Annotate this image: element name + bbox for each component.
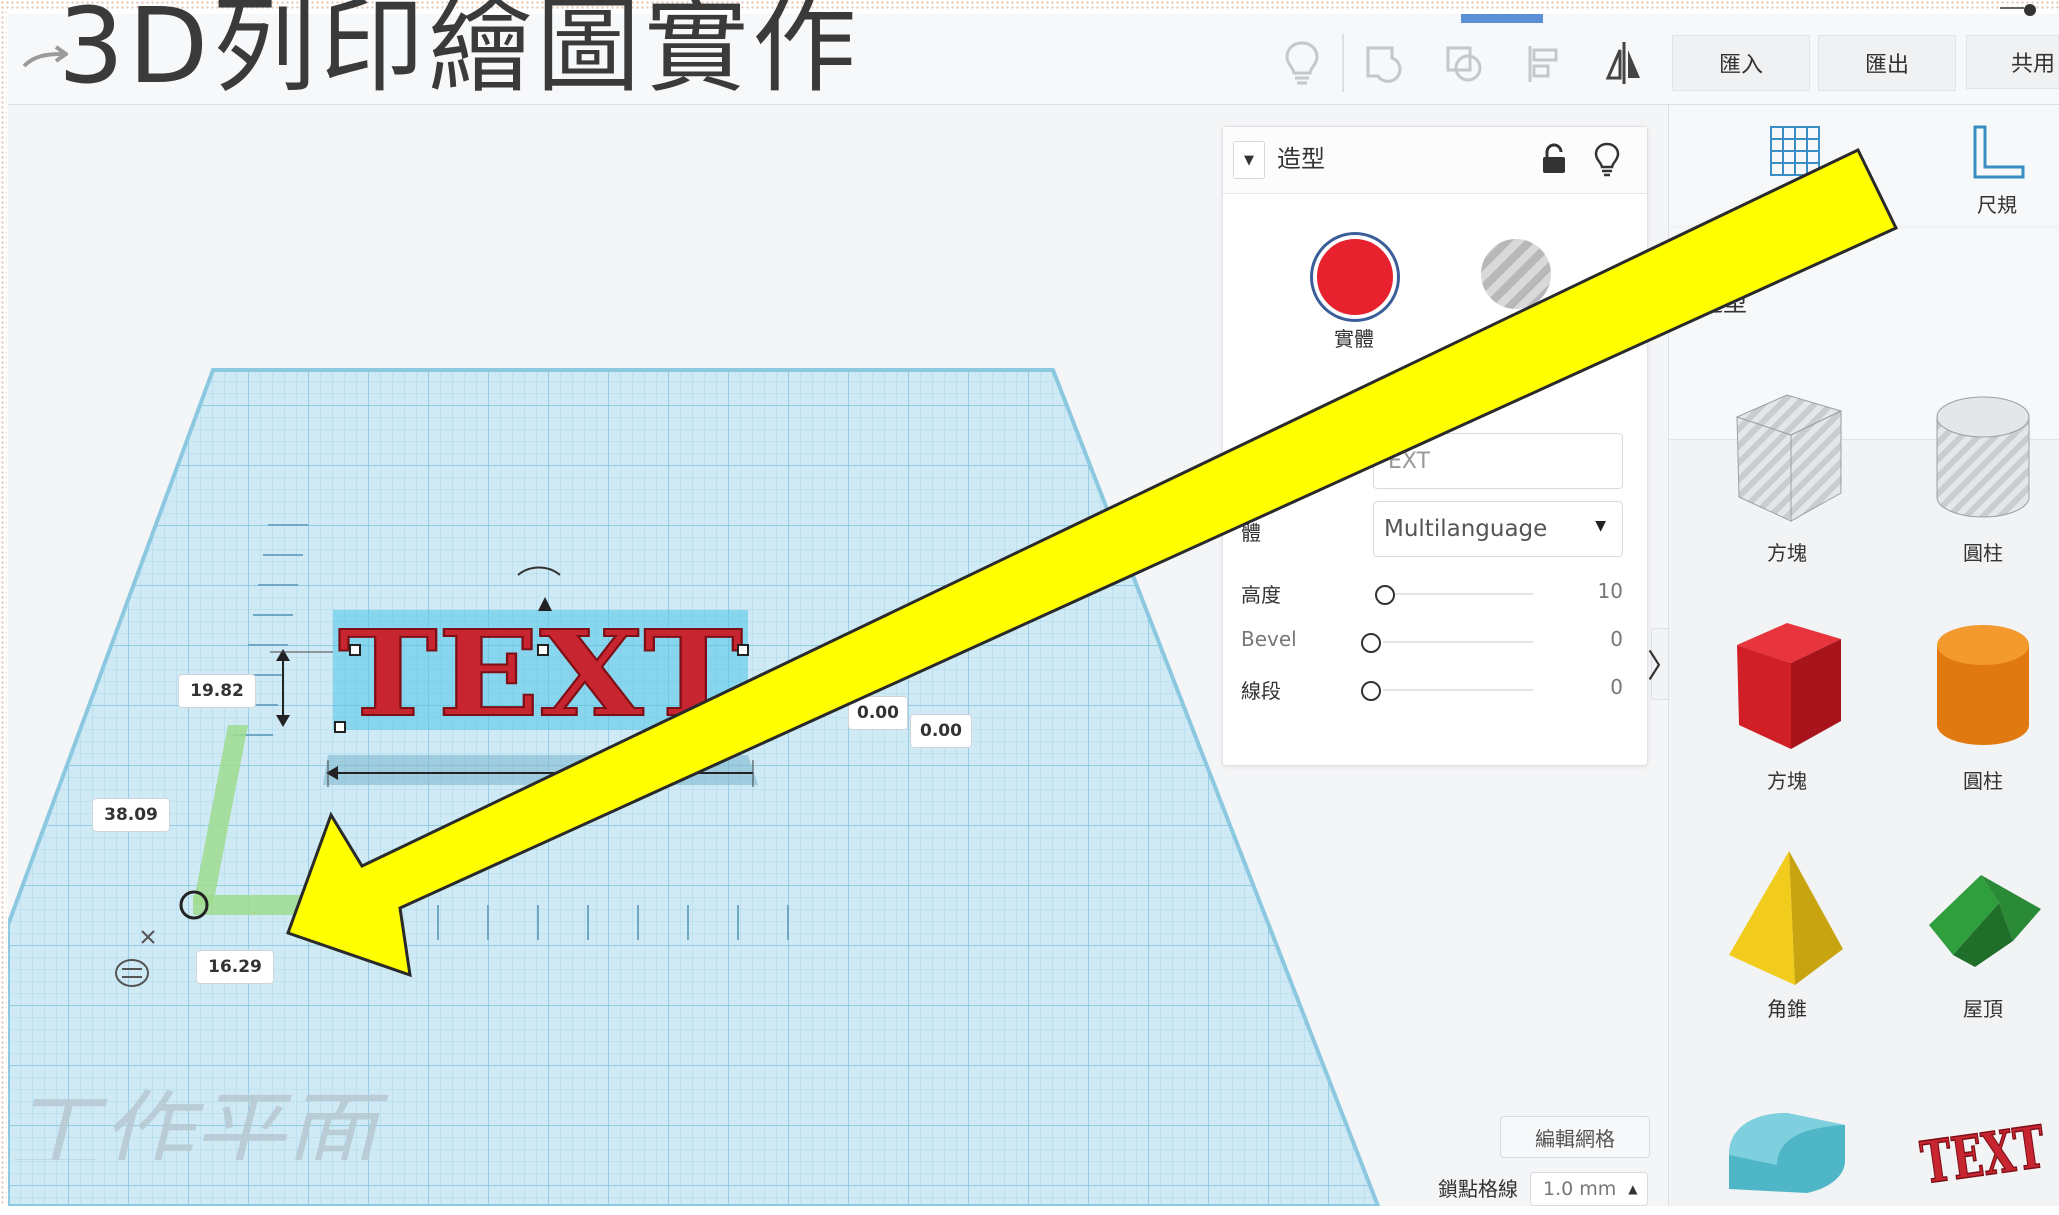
bevel-slider-knob[interactable] bbox=[1361, 633, 1381, 653]
caret-up-icon: ▲ bbox=[1628, 1182, 1638, 1196]
height-value[interactable]: 10 bbox=[1563, 579, 1623, 603]
shapes-category-label: 造型 bbox=[1699, 289, 1747, 317]
bevel-value[interactable]: 0 bbox=[1563, 627, 1623, 651]
box-shape[interactable] bbox=[1717, 615, 1857, 765]
import-button[interactable]: 匯入 bbox=[1672, 35, 1810, 91]
window-minimize-icon[interactable] bbox=[1996, 0, 2036, 20]
bevel-slider-track[interactable] bbox=[1383, 641, 1533, 643]
shapes-panel: 尺規 造型 方塊 圓柱 方塊 圓柱 角錐 屋頂 TEXT bbox=[1668, 105, 2059, 1206]
chevron-down-icon: ▼ bbox=[1244, 152, 1254, 168]
workplane-grid-icon[interactable] bbox=[1767, 123, 1823, 179]
group-button[interactable] bbox=[1344, 34, 1424, 92]
mirror-button[interactable] bbox=[1584, 34, 1664, 92]
active-tab-indicator bbox=[1461, 14, 1543, 23]
font-select[interactable]: Multilanguage ▼ bbox=[1373, 501, 1623, 557]
export-button[interactable]: 匯出 bbox=[1818, 35, 1956, 91]
text-shape-label: TEXT bbox=[1917, 1113, 2049, 1198]
segments-value[interactable]: 0 bbox=[1563, 675, 1623, 699]
inspector-title: 造型 bbox=[1277, 145, 1325, 173]
segments-slider-knob[interactable] bbox=[1361, 681, 1381, 701]
font-label: 體 bbox=[1241, 521, 1261, 545]
lightbulb-icon bbox=[1285, 41, 1319, 85]
toolbar-tool-icons bbox=[1262, 34, 1664, 92]
caret-down-icon: ▼ bbox=[1595, 518, 1606, 534]
edit-grid-button[interactable]: 編輯網格 bbox=[1500, 1116, 1650, 1158]
text-shape[interactable]: TEXT bbox=[1913, 1065, 2053, 1215]
height-slider-track[interactable] bbox=[1383, 593, 1533, 595]
cylinder-shape[interactable] bbox=[1913, 615, 2053, 765]
align-button[interactable] bbox=[1504, 34, 1584, 92]
dimension-length-value[interactable]: 38.09 bbox=[92, 798, 170, 832]
text-input[interactable]: EXT bbox=[1373, 433, 1623, 489]
snap-grid-select[interactable]: 1.0 mm ▲ bbox=[1530, 1172, 1648, 1206]
inspector-collapse-button[interactable]: ▼ bbox=[1233, 141, 1265, 179]
ungroup-icon bbox=[1446, 46, 1482, 82]
shape-inspector-panel: ▼ 造型 實體 EXT 體 Multilanguage ▼ 高度 10 Beve… bbox=[1222, 126, 1648, 766]
svg-text:TEXT: TEXT bbox=[338, 604, 743, 743]
slide-title: 3D列印繪圖實作 bbox=[58, 0, 861, 107]
height-label: 高度 bbox=[1241, 583, 1281, 607]
shape-label: 圓柱 bbox=[1963, 769, 2003, 793]
shape-label: 方塊 bbox=[1767, 769, 1807, 793]
share-button[interactable]: 共用 bbox=[1966, 35, 2059, 89]
pyramid-shape[interactable] bbox=[1717, 845, 1857, 995]
workplane-label: 工作平面 bbox=[8, 1081, 377, 1160]
dimension-width-value[interactable]: 16.29 bbox=[196, 950, 274, 984]
cylinder-hole-shape[interactable] bbox=[1913, 387, 2053, 537]
solid-color-button[interactable] bbox=[1313, 235, 1397, 319]
font-select-value: Multilanguage bbox=[1384, 516, 1548, 542]
shape-label: 圓柱 bbox=[1963, 541, 2003, 565]
note-lightbulb-button[interactable] bbox=[1262, 34, 1342, 92]
ruler-icon[interactable] bbox=[1967, 123, 2027, 183]
round-roof-shape[interactable] bbox=[1717, 1065, 1857, 1215]
height-slider-knob[interactable] bbox=[1375, 585, 1395, 605]
ruler-label: 尺規 bbox=[1977, 193, 2017, 217]
segments-slider-track[interactable] bbox=[1383, 689, 1533, 691]
box-hole-shape[interactable] bbox=[1717, 387, 1857, 537]
mirror-icon bbox=[1605, 42, 1640, 84]
segments-label: 線段 bbox=[1241, 679, 1281, 703]
snap-grid-value: 1.0 mm bbox=[1543, 1178, 1617, 1200]
shape-label: 方塊 bbox=[1767, 541, 1807, 565]
shape-label: 角錐 bbox=[1767, 997, 1807, 1021]
group-icon bbox=[1366, 46, 1402, 83]
solid-label: 實體 bbox=[1334, 327, 1374, 351]
dimension-height-value[interactable]: 19.82 bbox=[178, 674, 256, 708]
bevel-label: Bevel bbox=[1241, 627, 1297, 651]
lightbulb-icon[interactable] bbox=[1593, 141, 1621, 177]
roof-shape[interactable] bbox=[1913, 845, 2053, 995]
snap-grid-label: 鎖點格線 bbox=[1438, 1177, 1518, 1201]
align-icon bbox=[1528, 46, 1558, 82]
shape-label: 屋頂 bbox=[1963, 997, 2003, 1021]
dimension-offset-b-value[interactable]: 0.00 bbox=[910, 714, 972, 748]
dimension-offset-a-value[interactable]: 0.00 bbox=[848, 696, 908, 730]
lock-icon[interactable] bbox=[1541, 143, 1567, 175]
hole-button[interactable] bbox=[1481, 239, 1551, 309]
ungroup-button[interactable] bbox=[1424, 34, 1504, 92]
slide-left-border bbox=[0, 0, 7, 1206]
